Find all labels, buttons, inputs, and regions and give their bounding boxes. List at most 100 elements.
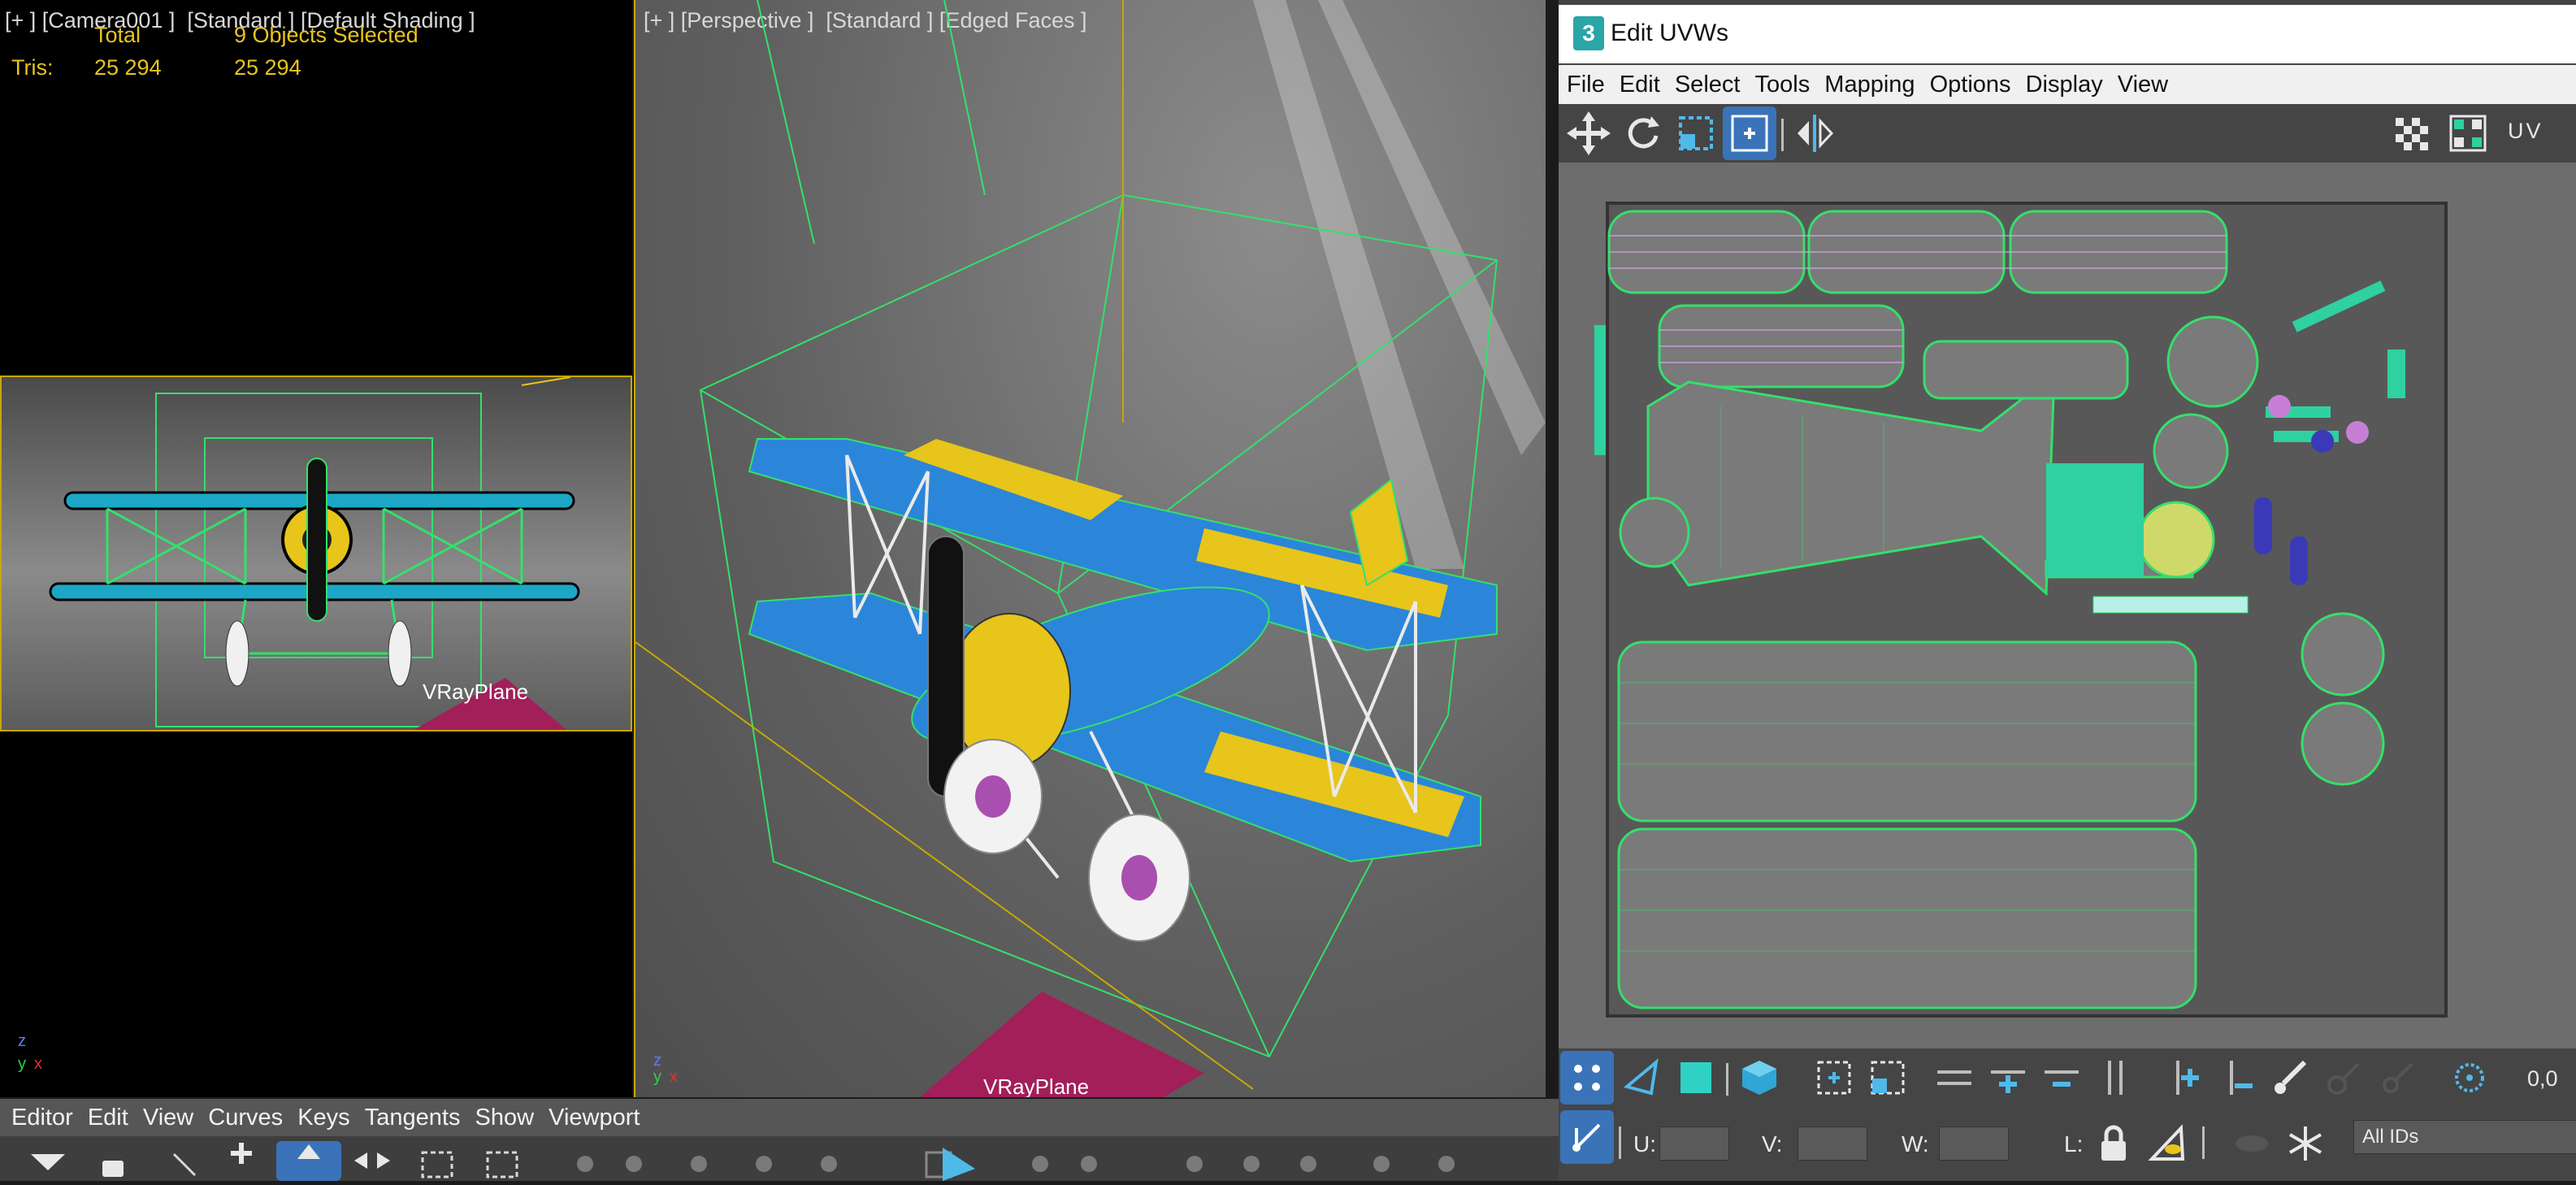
lock-icon [2101,1125,2126,1161]
curve-menu-tangents[interactable]: Tangents [365,1099,461,1136]
uv-menu-tools[interactable]: Tools [1755,65,1811,104]
transform-type-in-button[interactable] [1560,1110,1614,1164]
move-arrows-icon [1567,111,1611,155]
paint-select-button[interactable] [2264,1051,2318,1105]
vertex-select-icon [1574,1065,1600,1091]
material-ids-dropdown[interactable]: All IDs [2353,1120,2576,1154]
brush-enlarge-button[interactable] [2318,1051,2371,1105]
rotate-icon [1628,116,1659,149]
uv-menu-view[interactable]: View [2118,65,2168,104]
eye-triangle-icon [2148,1124,2185,1161]
curve-menu-view[interactable]: View [143,1099,193,1136]
stats-tris-label: Tris: [11,55,54,80]
u-field-label: U: [1633,1131,1656,1157]
show-hidden-button[interactable] [2140,1117,2194,1170]
shrink-selection-button[interactable] [1861,1051,1915,1105]
freeze-toggle-button[interactable] [2279,1117,2332,1170]
curve-menu-keys[interactable]: Keys [297,1099,349,1136]
hide-eye-icon [2236,1135,2268,1152]
edge-mode-button[interactable] [1615,1051,1669,1105]
checker-pattern-icon [2396,118,2428,150]
camera-biplane-render [49,377,580,730]
w-value-field[interactable] [1939,1126,2009,1161]
scale-tool-button[interactable] [1669,106,1723,160]
curve-menu-editor[interactable]: Editor [11,1099,73,1136]
uv-menu-file[interactable]: File [1567,65,1605,104]
persp-axis-y-label: y [653,1068,661,1086]
loop-shrink-button[interactable] [2035,1051,2088,1105]
camera-axis-gizmo: z y x [15,1032,63,1081]
stats-selected-label: 9 Objects Selected [234,23,418,47]
perspective-biplane-render [635,0,1546,1097]
freeform-tool-button[interactable] [1723,106,1776,160]
camera-safe-frame: VRayPlane [0,375,632,731]
mirror-icon [1798,115,1834,152]
mirror-tool-button[interactable] [1788,106,1841,160]
uv-menu-display[interactable]: Display [2026,65,2103,104]
material-ids-value: All IDs [2362,1126,2419,1148]
curve-editor-toolbar-icons[interactable] [0,1136,1559,1181]
transform-gizmo-icon [1572,1123,1601,1152]
edit-uvws-bottom-toolbar: 0,0 [1559,1048,2576,1107]
transform-separator [1619,1126,1621,1159]
ring-shrink-button[interactable] [2210,1051,2264,1105]
uv-menu-mapping[interactable]: Mapping [1824,65,1915,104]
perspective-axis-gizmo: z y x [653,1052,702,1092]
toolbar-separator [1781,119,1784,151]
camera-vrayplane-label: VRayPlane [423,679,529,704]
axis-z-label: z [18,1032,26,1050]
v-field-label: V: [1762,1131,1783,1157]
ring-grow-icon [2176,1061,2199,1095]
edit-uvws-titlebar[interactable]: 3 Edit UVWs [1559,5,2576,63]
freeform-mode-icon [1731,115,1768,152]
brush-enlarge-icon [2327,1062,2360,1095]
brush-shrink-icon [2383,1062,2413,1093]
curve-editor-panel: Editor Edit View Curves Keys Tangents Sh… [0,1099,1559,1181]
stats-tris-selected: 25 294 [234,55,301,80]
uv-axis-toggle[interactable]: UV [2508,119,2543,144]
rotate-tool-button[interactable] [1615,106,1669,160]
uv-menu-select[interactable]: Select [1675,65,1741,104]
texture-grid-icon [2449,115,2487,152]
vertex-mode-button[interactable] [1560,1051,1614,1105]
uv-islands-layout [1594,202,2448,1018]
persp-axis-x-label: x [670,1068,678,1086]
texture-map-button[interactable] [2441,106,2495,160]
curve-menu-curves[interactable]: Curves [208,1099,283,1136]
transform-separator-2 [2202,1126,2205,1159]
edit-uvws-title: Edit UVWs [1611,20,1729,46]
loop-grow-button[interactable] [1981,1051,2035,1105]
camera-viewport[interactable]: [+ ] [Camera001 ] [Standard ] [Default S… [0,0,632,1097]
checker-map-button[interactable] [2384,106,2438,160]
loop-shrink-icon [2045,1070,2079,1087]
paint-brush-icon [2275,1060,2307,1094]
soft-selection-button[interactable] [2443,1051,2496,1105]
bottom-toolbar-separator [1726,1063,1728,1096]
v-value-field[interactable] [1798,1126,1867,1161]
loop-select-button[interactable] [1928,1051,1981,1105]
edit-uvws-window: 3 Edit UVWs File Edit Select Tools Mappi… [1559,0,2576,1181]
w-field-label: W: [1902,1131,1929,1157]
curve-menu-viewport[interactable]: Viewport [549,1099,640,1136]
uv-menu-edit[interactable]: Edit [1620,65,1660,104]
hide-toggle-button[interactable] [2225,1117,2279,1170]
face-mode-button[interactable] [1669,1051,1723,1105]
face-select-icon [1680,1062,1711,1093]
uv-editor-canvas[interactable] [1559,163,2576,1048]
brush-shrink-button[interactable] [2371,1051,2425,1105]
lock-selection-button[interactable] [2087,1117,2140,1170]
uv-menu-options[interactable]: Options [1930,65,2011,104]
scale-icon [1679,116,1713,150]
perspective-viewport[interactable]: [+ ] [Perspective ] [Standard ] [Edged F… [634,0,1546,1097]
move-tool-button[interactable] [1562,106,1615,160]
app-logo-icon: 3 [1573,16,1604,50]
curve-menu-edit[interactable]: Edit [88,1099,128,1136]
element-cube-icon [1742,1061,1776,1095]
element-mode-button[interactable] [1733,1051,1786,1105]
ring-grow-button[interactable] [2157,1051,2210,1105]
u-value-field[interactable] [1659,1126,1729,1161]
ring-select-button[interactable] [2088,1051,2142,1105]
curve-menu-show[interactable]: Show [475,1099,535,1136]
ring-shrink-icon [2230,1061,2253,1095]
grow-selection-button[interactable] [1807,1051,1861,1105]
